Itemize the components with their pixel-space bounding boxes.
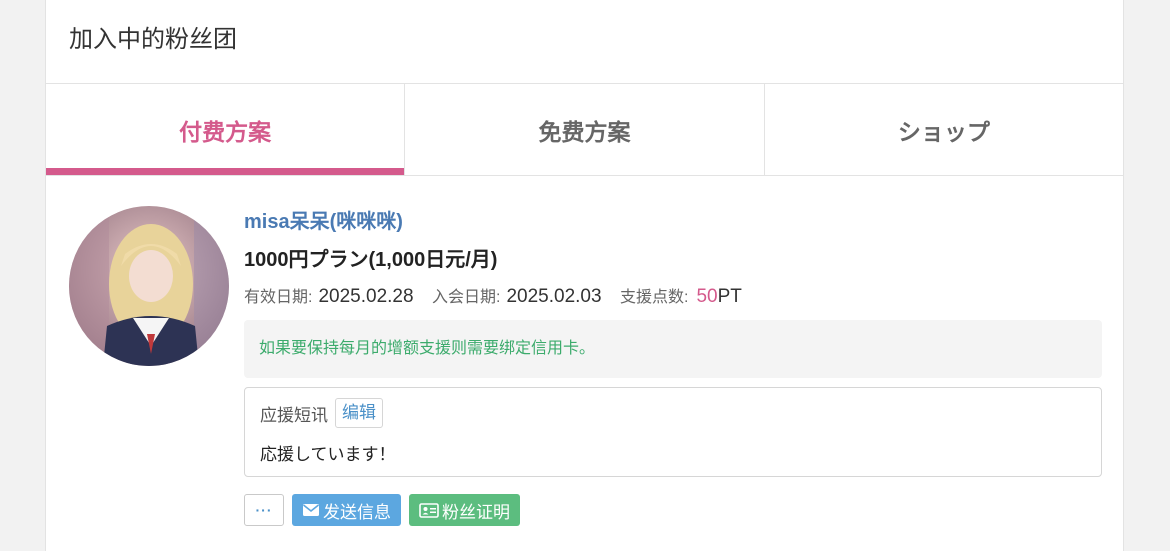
edit-message-button[interactable]: 编辑 (335, 398, 383, 428)
support-message-header: 应援短讯 编辑 (260, 398, 1086, 428)
avatar-image (69, 206, 229, 366)
points-value: 50 (696, 286, 718, 307)
support-message-box: 应援短讯 编辑 応援しています！ (244, 387, 1102, 477)
tab-label: 免费方案 (538, 118, 631, 145)
plan-tabs: 付费方案 免费方案 ショップ (46, 84, 1123, 176)
action-buttons: ··· 发送信息 粉丝证明 (244, 494, 1102, 526)
points-unit: PT (717, 286, 742, 307)
creator-name-link[interactable]: misa呆呆(咪咪咪) (244, 210, 1102, 234)
send-message-button[interactable]: 发送信息 (292, 494, 401, 526)
send-message-label: 发送信息 (323, 502, 391, 522)
id-card-icon (419, 502, 439, 518)
creator-avatar[interactable] (69, 206, 229, 366)
credit-card-notice: 如果要保持每月的增额支援则需要绑定信用卡。 (244, 320, 1102, 378)
tab-paid-plans[interactable]: 付费方案 (46, 84, 406, 175)
support-message-text: 応援しています！ (260, 445, 396, 464)
more-options-button[interactable]: ··· (244, 494, 284, 526)
tab-label: 付费方案 (179, 118, 272, 145)
envelope-icon (303, 504, 319, 516)
membership-info: misa呆呆(咪咪咪) 1000円プラン(1,000日元/月) 有效日期: 202… (244, 210, 1102, 526)
panel-title: 加入中的粉丝团 (46, 0, 1123, 84)
join-date-value: 2025.02.03 (506, 286, 602, 307)
join-date-label: 入会日期: (432, 289, 501, 306)
tab-shop[interactable]: ショップ (765, 84, 1123, 175)
support-message-label: 应援短讯 (260, 405, 328, 425)
tab-label: ショップ (897, 118, 990, 145)
plan-name: 1000円プラン(1,000日元/月) (244, 249, 498, 271)
valid-date-label: 有效日期: (244, 289, 313, 306)
valid-date-value: 2025.02.28 (318, 286, 414, 307)
fan-proof-button[interactable]: 粉丝证明 (409, 494, 520, 526)
membership-meta: 有效日期: 2025.02.28 入会日期: 2025.02.03 支援点数: 50P… (244, 285, 1102, 310)
fanclub-panel: 加入中的粉丝团 付费方案 免费方案 ショップ misa呆呆(咪咪咪) 1000円… (45, 0, 1124, 551)
fan-proof-label: 粉丝证明 (442, 502, 510, 522)
points-label: 支援点数: (620, 289, 689, 306)
tab-free-plans[interactable]: 免费方案 (405, 84, 765, 175)
